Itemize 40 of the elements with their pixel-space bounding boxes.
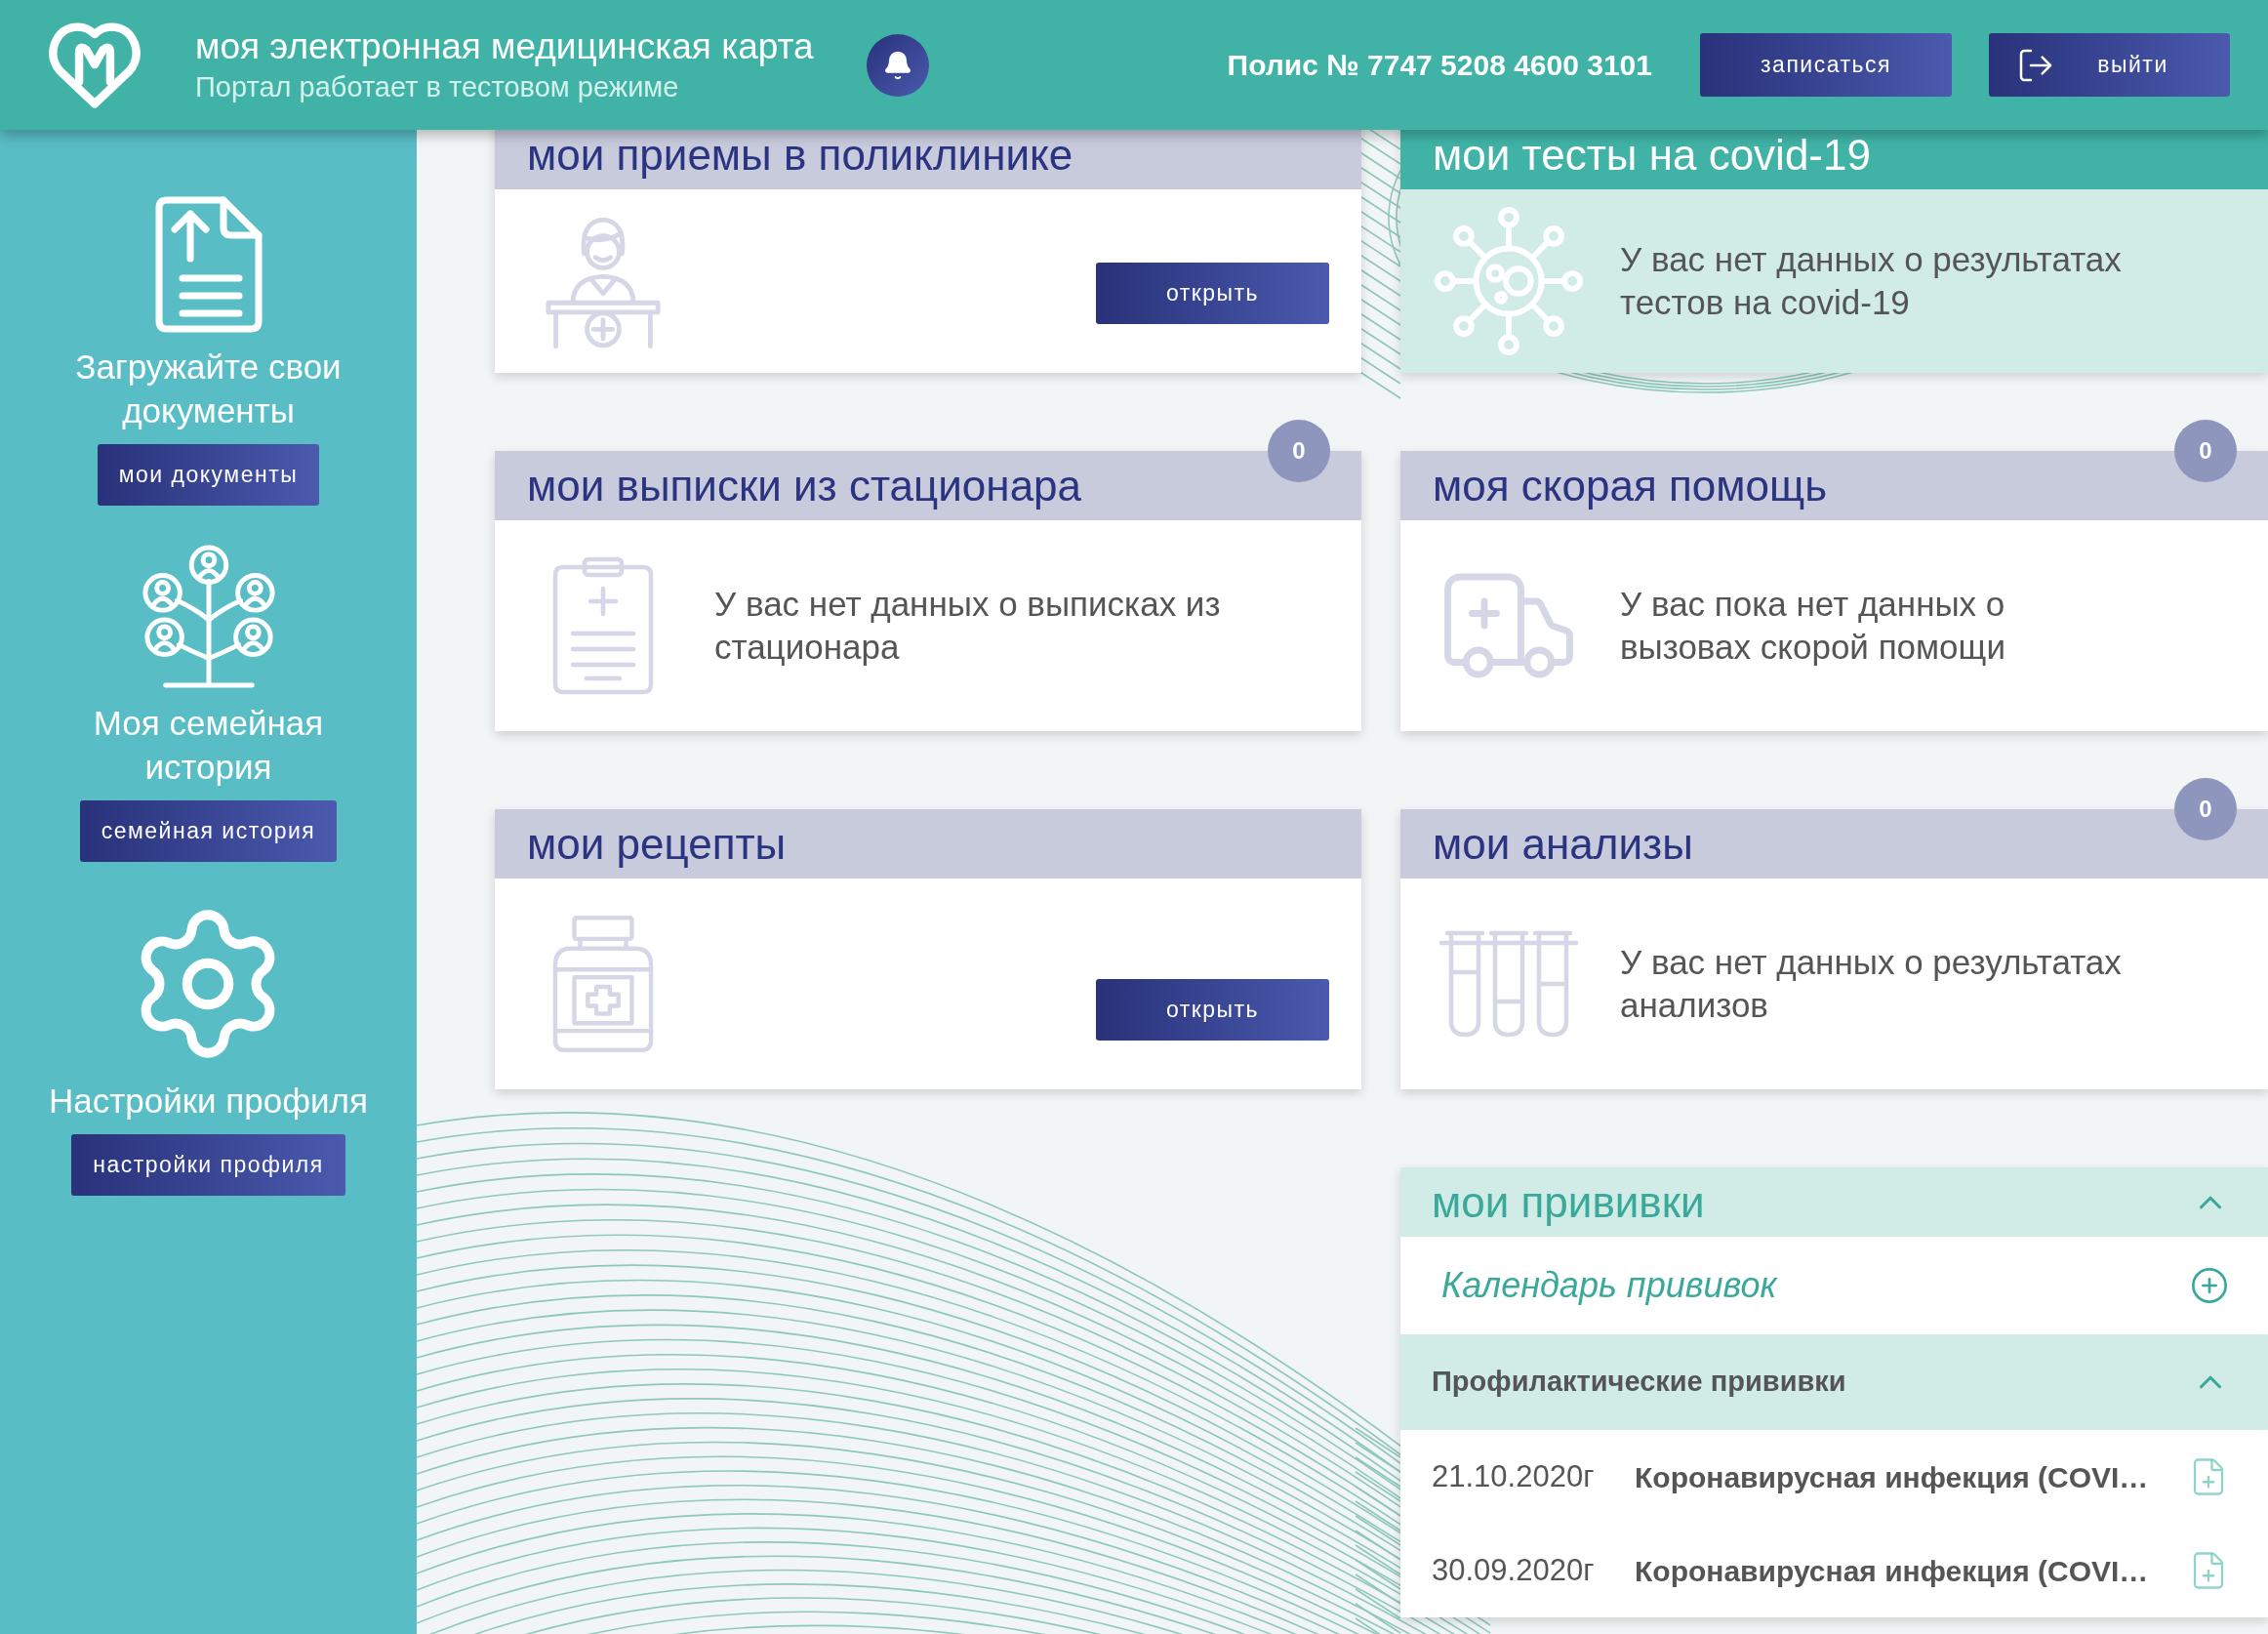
count-badge: 0 xyxy=(2174,778,2237,840)
card-title: мои рецепты xyxy=(527,822,787,866)
heart-logo-icon xyxy=(49,20,141,109)
sidebar-heading: Моя семейная история xyxy=(93,703,324,788)
group-header[interactable]: Профилактические прививки xyxy=(1400,1334,2268,1430)
open-button[interactable]: открыть xyxy=(1096,979,1329,1041)
empty-message: У вас нет данных о результатах анализов xyxy=(1620,942,2122,1026)
count-badge: 0 xyxy=(1268,420,1330,482)
vaccination-date: 21.10.2020г xyxy=(1432,1457,1596,1495)
empty-message: У вас нет данных о выписках из стационара xyxy=(714,584,1221,668)
sidebar-button[interactable]: семейная история xyxy=(79,800,338,862)
card-title: мои анализы xyxy=(1433,822,1693,866)
empty-message: У вас нет данных о результатах тестов на covid-19 xyxy=(1620,239,2122,323)
card-title: мои приемы в поликлинике xyxy=(527,133,1073,177)
sidebar-heading: Настройки профиля xyxy=(49,1081,368,1122)
sidebar-heading: Загружайте свои документы xyxy=(75,347,342,431)
empty-message: У вас пока нет данных о вызовах скорой помощи xyxy=(1620,584,2005,668)
sidebar-button[interactable]: мои документы xyxy=(97,444,320,506)
open-button[interactable]: открыть xyxy=(1096,263,1329,324)
count-badge: 0 xyxy=(2174,420,2237,482)
bell-icon xyxy=(882,49,913,81)
sidebar-button[interactable]: настройки профиля xyxy=(71,1134,345,1196)
logout-button[interactable]: выйти xyxy=(1989,33,2230,97)
plus-circle-icon xyxy=(2190,1266,2229,1305)
panel-title: мои прививки xyxy=(1432,1180,1705,1224)
card-title: моя скорая помощь xyxy=(1433,464,1828,508)
card-title: мои выписки из стационара xyxy=(527,464,1082,508)
site-subtitle: Портал работает в тестовом режиме xyxy=(195,69,680,104)
add-button[interactable] xyxy=(2190,1266,2229,1305)
site-title: моя электронная медицинская карта xyxy=(195,24,815,68)
card-title: мои тесты на covid-19 xyxy=(1433,133,1871,177)
vaccine-name: Коронавирусная инфекция (COVI… xyxy=(1635,1459,2149,1495)
policy-number: Полис № 7747 5208 4600 3101 xyxy=(1227,48,1652,83)
vaccination-date: 30.09.2020г xyxy=(1432,1551,1596,1589)
sign-up-button[interactable]: записаться xyxy=(1700,33,1952,97)
vaccine-name: Коронавирусная инфекция (COVI… xyxy=(1635,1553,2149,1589)
document-upload-icon xyxy=(154,196,263,333)
virus-icon xyxy=(1432,204,1586,358)
medicine-bottle-icon xyxy=(551,914,655,1054)
test-tubes-icon xyxy=(1439,929,1578,1039)
